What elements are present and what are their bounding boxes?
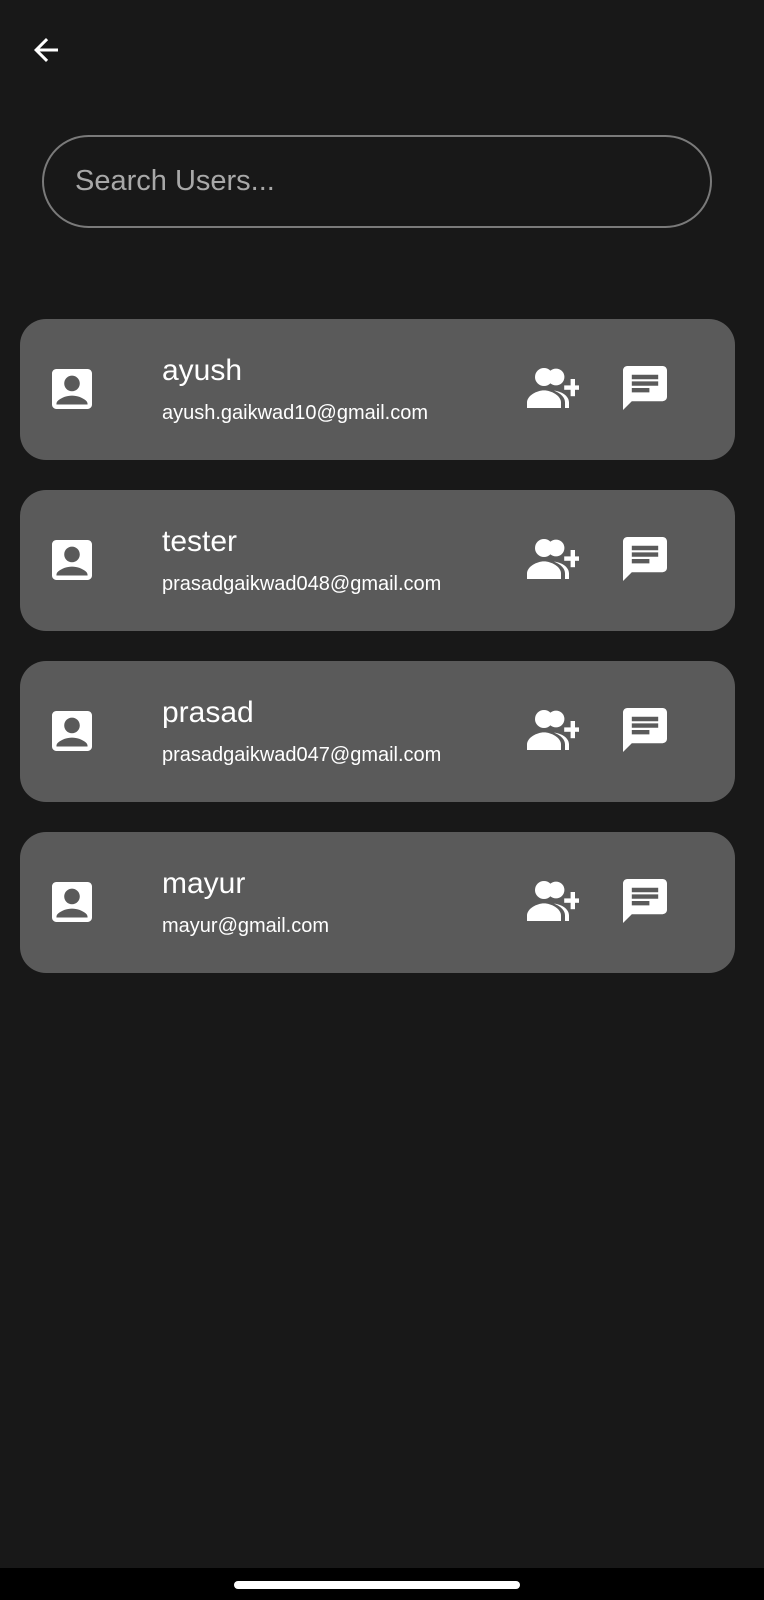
chat-bubble-icon: [623, 879, 667, 923]
chat-button[interactable]: [620, 363, 670, 413]
chat-button[interactable]: [620, 705, 670, 755]
user-name: ayush: [162, 354, 243, 387]
add-friend-button[interactable]: [526, 534, 580, 582]
user-list: ayush ayush.gaikwad10@gmail.com tester p…: [20, 319, 735, 1003]
system-navigation-bar: [0, 1568, 764, 1600]
person-add-icon: [527, 708, 579, 750]
arrow-left-icon: [28, 32, 64, 73]
chat-bubble-icon: [623, 366, 667, 410]
person-add-icon: [527, 366, 579, 408]
user-name: prasad: [162, 696, 254, 729]
user-name: mayur: [162, 867, 246, 900]
contact-card-icon: [52, 711, 92, 751]
chat-bubble-icon: [623, 708, 667, 752]
contact-card-icon: [52, 540, 92, 580]
user-email: mayur@gmail.com: [162, 915, 330, 937]
user-email: prasadgaikwad047@gmail.com: [162, 744, 442, 766]
user-card[interactable]: mayur mayur@gmail.com: [20, 832, 735, 973]
chat-button[interactable]: [620, 876, 670, 926]
chat-bubble-icon: [623, 537, 667, 581]
user-card[interactable]: prasad prasadgaikwad047@gmail.com: [20, 661, 735, 802]
add-friend-button[interactable]: [526, 876, 580, 924]
user-name: tester: [162, 525, 238, 558]
user-card[interactable]: ayush ayush.gaikwad10@gmail.com: [20, 319, 735, 460]
add-friend-button[interactable]: [526, 705, 580, 753]
person-add-icon: [527, 537, 579, 579]
add-friend-button[interactable]: [526, 363, 580, 411]
contact-card-icon: [52, 882, 92, 922]
search-input[interactable]: [44, 137, 710, 226]
contact-card-icon: [52, 369, 92, 409]
user-email: ayush.gaikwad10@gmail.com: [162, 402, 428, 424]
chat-button[interactable]: [620, 534, 670, 584]
user-card[interactable]: tester prasadgaikwad048@gmail.com: [20, 490, 735, 631]
search-bar: [42, 135, 712, 228]
user-email: prasadgaikwad048@gmail.com: [162, 573, 442, 595]
person-add-icon: [527, 879, 579, 921]
home-indicator[interactable]: [234, 1581, 520, 1589]
back-button[interactable]: [24, 30, 68, 74]
